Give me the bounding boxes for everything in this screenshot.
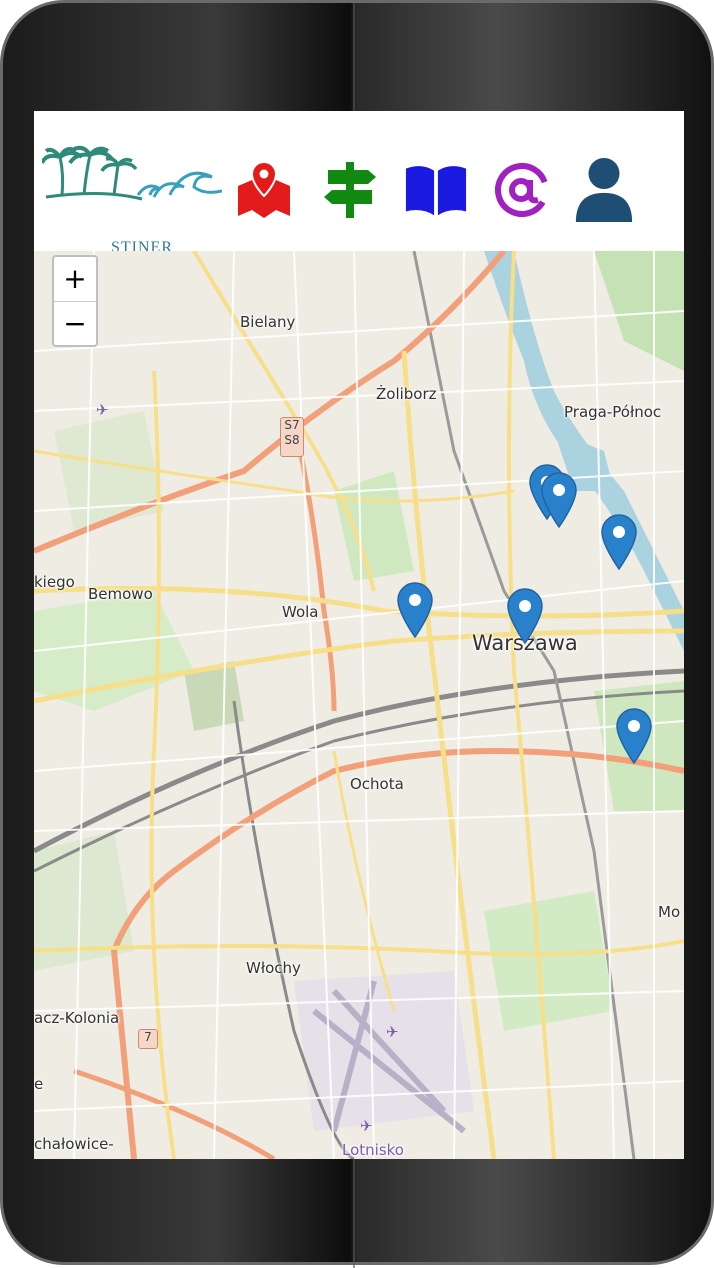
zoom-control: + − — [52, 255, 98, 347]
nav-guide-button[interactable] — [404, 157, 468, 223]
stiner-logo[interactable]: STINER — [40, 145, 223, 256]
label-lotnisko: Lotnisko — [342, 1141, 404, 1159]
at-sign-icon — [495, 163, 549, 217]
nav-contact-button[interactable] — [490, 157, 554, 223]
signpost-icon — [324, 162, 376, 218]
palm-wave-logo-icon — [40, 145, 223, 201]
zoom-out-button[interactable]: − — [54, 302, 96, 346]
map-marker-pin[interactable] — [506, 587, 544, 647]
label-zoliborz: Żoliborz — [376, 385, 437, 403]
label-praga-polnoc: Praga-Północ — [564, 403, 662, 421]
top-navbar: STINER — [34, 111, 684, 256]
route-shield-s7-s8: S7 S8 — [280, 417, 304, 457]
map-marker-pin[interactable] — [615, 707, 653, 767]
zoom-in-button[interactable]: + — [54, 257, 96, 302]
route-shield-7: 7 — [138, 1029, 158, 1049]
airport-icon: ✈ — [386, 1023, 399, 1041]
nav-routes-button[interactable] — [318, 157, 382, 223]
label-chalowice: chałowice- — [34, 1135, 114, 1153]
app-screen: STINER S7 S8 7 Bielany Żoliborz Praga-Pó… — [34, 111, 684, 1159]
label-kiego: kiego — [34, 573, 75, 591]
airport-icon: ✈ — [360, 1117, 373, 1135]
airport-icon: ✈ — [96, 401, 109, 419]
nav-account-button[interactable] — [572, 157, 636, 223]
map-tiles — [34, 251, 684, 1159]
phone-frame: STINER S7 S8 7 Bielany Żoliborz Praga-Pó… — [0, 0, 714, 1268]
label-e: e — [34, 1075, 44, 1093]
map-marker-icon — [238, 160, 290, 218]
label-mo: Mo — [658, 903, 681, 921]
shield-s7-label: S7 — [284, 418, 300, 432]
shield-s8-label: S8 — [284, 433, 300, 447]
user-icon — [575, 158, 633, 222]
map-view[interactable]: S7 S8 7 Bielany Żoliborz Praga-Północ ki… — [34, 251, 684, 1159]
label-bielany: Bielany — [240, 313, 296, 331]
label-wola: Wola — [282, 603, 319, 621]
label-bemowo: Bemowo — [88, 585, 153, 603]
label-wlochy: Włochy — [246, 959, 301, 977]
map-marker-pin[interactable] — [540, 471, 578, 531]
nav-map-button[interactable] — [232, 157, 296, 223]
shield-7-label: 7 — [144, 1030, 152, 1044]
map-marker-pin[interactable] — [600, 513, 638, 573]
label-kolonia: acz-Kolonia — [34, 1009, 120, 1027]
map-marker-pin[interactable] — [396, 581, 434, 641]
book-icon — [405, 166, 467, 216]
label-ochota: Ochota — [350, 775, 404, 793]
